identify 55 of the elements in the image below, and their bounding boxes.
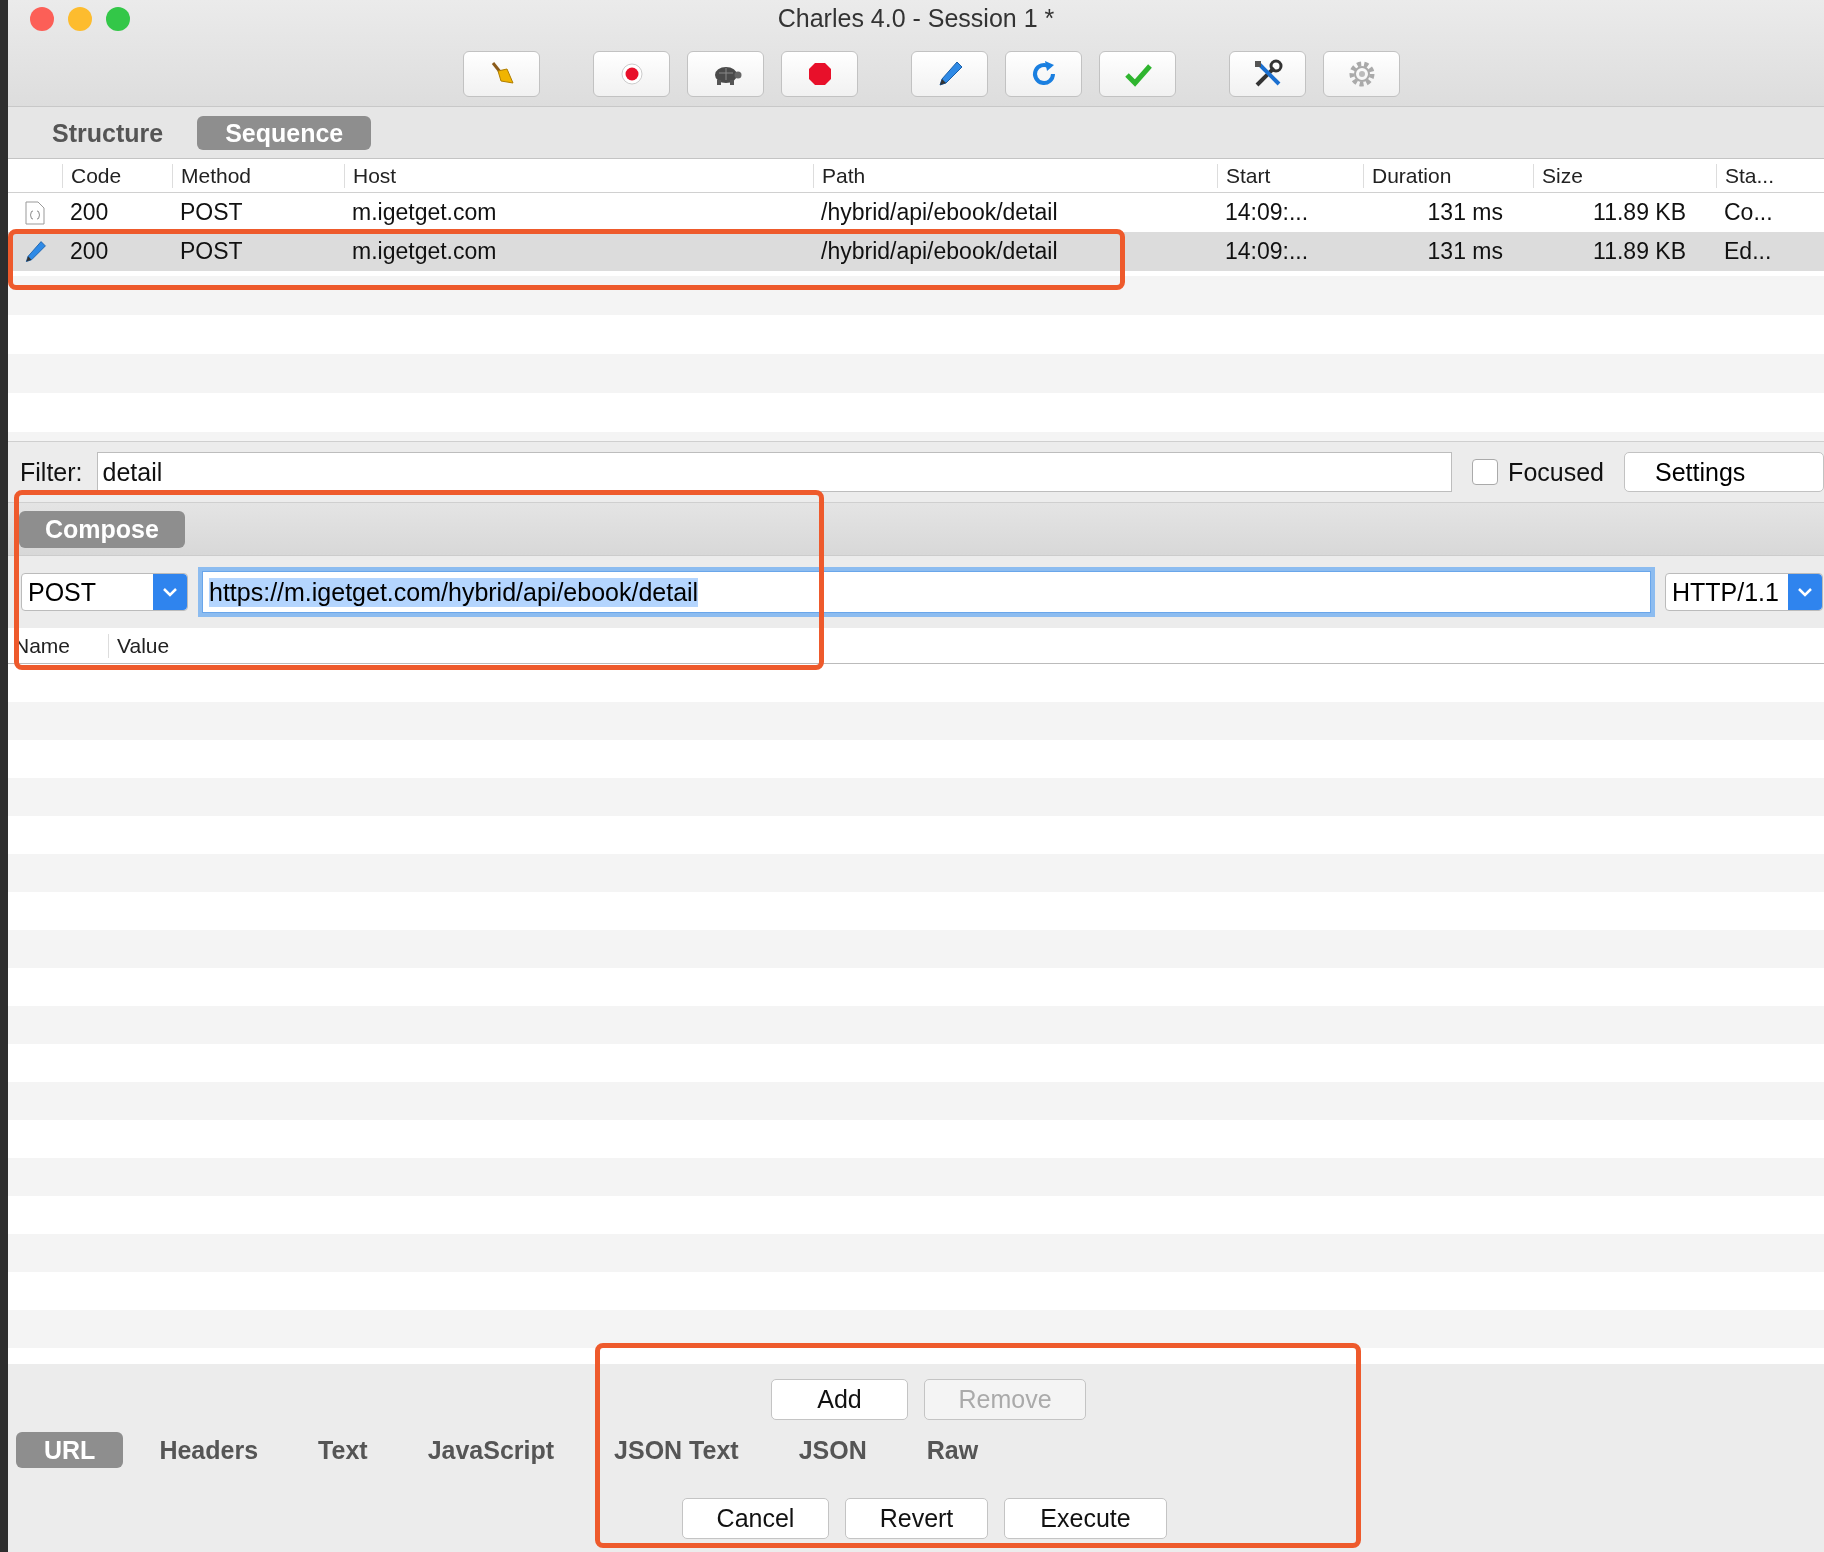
table-cell: 200 <box>70 199 109 225</box>
table-cell: Co... <box>1724 199 1773 225</box>
column-header[interactable]: Method <box>172 163 344 188</box>
chevron-down-icon <box>1788 574 1822 610</box>
maximize-icon[interactable] <box>106 7 130 31</box>
param-button[interactable]: Add <box>771 1379 908 1420</box>
table-cell: 11.89 KB <box>1593 238 1686 264</box>
body-tab[interactable]: Headers <box>135 1432 283 1468</box>
chevron-down-icon <box>153 574 187 610</box>
column-header[interactable]: Size <box>1533 163 1716 188</box>
table-cell: 131 ms <box>1427 199 1503 225</box>
checkbox[interactable] <box>1472 459 1499 485</box>
settings-button[interactable]: Settings <box>1624 452 1824 492</box>
column-header[interactable]: Start <box>1217 163 1363 188</box>
close-icon[interactable] <box>30 7 54 31</box>
document-icon <box>25 200 45 225</box>
table-cell: 14:09:... <box>1225 238 1309 264</box>
checkbox-label: Focused <box>1508 457 1604 487</box>
table-cell: 14:09:... <box>1225 199 1309 225</box>
protocol-dropdown[interactable]: HTTP/1.1 <box>1665 573 1823 611</box>
body-tab[interactable]: JSON Text <box>590 1432 763 1468</box>
column-header[interactable]: Duration <box>1363 163 1533 188</box>
action-button[interactable]: Cancel <box>682 1498 829 1539</box>
toolbar-button[interactable] <box>1229 51 1306 97</box>
body-tab[interactable]: Raw <box>902 1432 1003 1468</box>
view-tab[interactable]: Structure <box>38 115 178 150</box>
table-cell: POST <box>180 199 243 225</box>
stop-icon <box>806 61 833 87</box>
method-dropdown[interactable]: POST <box>21 573 188 611</box>
body-tab[interactable]: JSON <box>774 1432 891 1468</box>
toolbar-button[interactable] <box>687 51 764 97</box>
column-header[interactable]: Path <box>813 163 1217 188</box>
table-cell: /hybrid/api/ebook/detail <box>821 238 1058 264</box>
column-header[interactable]: Code <box>62 163 172 188</box>
table-cell: m.igetget.com <box>352 238 497 264</box>
window-title: Charles 4.0 - Session 1 * <box>777 4 1055 33</box>
table-cell: /hybrid/api/ebook/detail <box>821 199 1058 225</box>
request-row[interactable]: 200 POST m.igetget.com /hybrid/api/ebook/detail 14:09:... 131 ms 11.89 KB Ed... <box>8 232 1824 271</box>
table-cell: 200 <box>70 238 109 264</box>
column-header[interactable]: Host <box>344 163 813 188</box>
minimize-icon[interactable] <box>68 7 92 31</box>
filter-field[interactable]: detail <box>96 452 1453 492</box>
table-cell: 11.89 KB <box>1593 199 1686 225</box>
filter-label: Filter: <box>20 457 83 487</box>
table-cell: m.igetget.com <box>352 199 497 225</box>
record-icon <box>619 62 644 86</box>
body-tab[interactable]: JavaScript <box>403 1432 579 1468</box>
body-tab[interactable]: Text <box>294 1432 392 1468</box>
column-header[interactable]: Value <box>108 633 170 658</box>
action-button[interactable]: Revert <box>845 1498 988 1539</box>
column-header[interactable]: Sta... <box>1716 163 1824 188</box>
table-cell: Ed... <box>1724 238 1772 264</box>
action-button[interactable]: Execute <box>1004 1498 1167 1539</box>
table-cell: POST <box>180 238 243 264</box>
table-cell: 131 ms <box>1427 238 1503 264</box>
